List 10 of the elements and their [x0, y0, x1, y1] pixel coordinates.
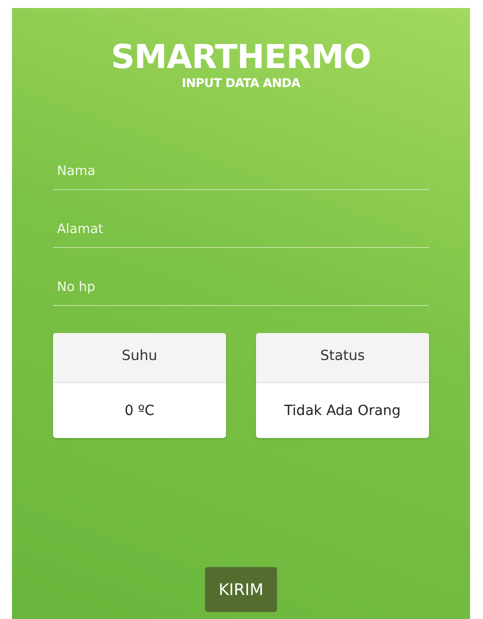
card-value: Tidak Ada Orang [283, 402, 402, 421]
submit-button[interactable]: KIRIM [204, 567, 278, 612]
card-header: Suhu [53, 333, 226, 383]
subtitle: INPUT DATA ANDA [182, 76, 300, 90]
input-field[interactable]: Alamat [53, 216, 429, 248]
input-field[interactable]: No hp [53, 274, 429, 306]
card-header: Status [256, 333, 429, 383]
input-field[interactable]: Nama [53, 158, 429, 190]
app-title: SMARTHERMO [110, 38, 372, 76]
card-value: 0 ºC [124, 402, 156, 421]
